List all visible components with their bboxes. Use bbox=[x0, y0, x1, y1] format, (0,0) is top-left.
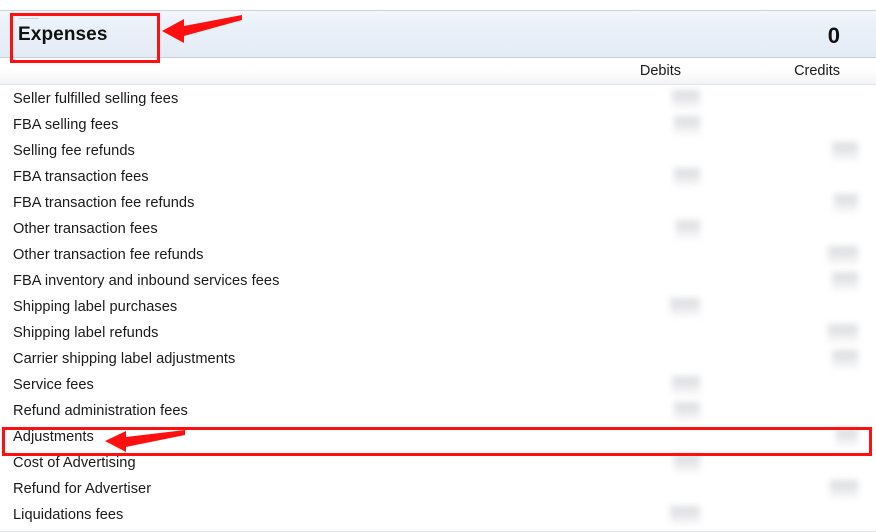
row-label: Service fees bbox=[13, 377, 94, 393]
table-row[interactable]: Seller fulfilled selling fees bbox=[0, 87, 876, 113]
credit-value bbox=[836, 428, 858, 447]
table-row[interactable]: Other transaction fee refunds bbox=[0, 243, 876, 269]
row-label: FBA transaction fee refunds bbox=[13, 195, 195, 211]
debit-value bbox=[674, 402, 700, 421]
page-title: Expenses bbox=[18, 24, 108, 45]
row-label: Shipping label refunds bbox=[13, 325, 159, 341]
row-label: Carrier shipping label adjustments bbox=[13, 351, 236, 367]
debit-value bbox=[674, 168, 700, 187]
row-label: Cost of Advertising bbox=[13, 455, 136, 471]
table-row[interactable]: FBA selling fees bbox=[0, 113, 876, 139]
table-row[interactable]: Other transaction fees bbox=[0, 217, 876, 243]
row-label: FBA transaction fees bbox=[13, 169, 149, 185]
collapse-handle-icon[interactable] bbox=[19, 15, 39, 22]
row-label: Seller fulfilled selling fees bbox=[13, 91, 179, 107]
table-row[interactable]: FBA transaction fees bbox=[0, 165, 876, 191]
row-label: FBA inventory and inbound services fees bbox=[13, 273, 280, 289]
table-row[interactable]: Liquidations fees bbox=[0, 503, 876, 529]
credit-value bbox=[830, 480, 858, 499]
expenses-total-value: 0 bbox=[827, 23, 840, 48]
table-row[interactable]: Service fees bbox=[0, 373, 876, 399]
table-row[interactable]: Refund administration fees bbox=[0, 399, 876, 425]
row-label: Selling fee refunds bbox=[13, 143, 135, 159]
table-row[interactable]: Cost of Advertising bbox=[0, 451, 876, 477]
credit-value bbox=[834, 194, 858, 213]
table-row[interactable]: Carrier shipping label adjustments bbox=[0, 347, 876, 373]
row-label: FBA selling fees bbox=[13, 117, 119, 133]
column-header-credits[interactable]: Credits bbox=[794, 63, 840, 79]
column-header-row: Debits Credits bbox=[0, 59, 876, 85]
table-row[interactable]: Shipping label purchases bbox=[0, 295, 876, 321]
expenses-report-page: Expenses 0 Debits Credits Seller fulfill… bbox=[0, 0, 876, 532]
debit-value bbox=[674, 116, 700, 135]
table-row[interactable]: FBA transaction fee refunds bbox=[0, 191, 876, 217]
credit-value bbox=[828, 246, 858, 265]
credit-value bbox=[832, 142, 858, 161]
debit-value bbox=[672, 376, 700, 395]
table-row[interactable]: FBA inventory and inbound services fees bbox=[0, 269, 876, 295]
row-label: Other transaction fees bbox=[13, 221, 158, 237]
row-label: Refund for Advertiser bbox=[13, 481, 152, 497]
debit-value bbox=[670, 298, 700, 317]
debit-value bbox=[676, 220, 700, 239]
expenses-row-list: Seller fulfilled selling fees FBA selling… bbox=[0, 87, 876, 532]
row-label: Shipping label purchases bbox=[13, 299, 178, 315]
column-header-debits[interactable]: Debits bbox=[640, 63, 681, 79]
table-row[interactable]: Shipping label refunds bbox=[0, 321, 876, 347]
table-row[interactable]: Adjustments bbox=[0, 425, 876, 451]
row-label: Adjustments bbox=[13, 429, 94, 445]
debit-value bbox=[672, 90, 700, 109]
credit-value bbox=[832, 350, 858, 369]
debit-value bbox=[674, 454, 700, 473]
debit-value bbox=[670, 506, 700, 525]
table-row[interactable]: Refund for Advertiser bbox=[0, 477, 876, 503]
credit-value bbox=[828, 324, 858, 343]
row-label: Other transaction fee refunds bbox=[13, 247, 204, 263]
credit-value bbox=[832, 272, 858, 291]
table-row[interactable]: Selling fee refunds bbox=[0, 139, 876, 165]
row-label: Liquidations fees bbox=[13, 507, 124, 523]
expenses-section-header[interactable]: Expenses 0 bbox=[0, 10, 876, 58]
row-label: Refund administration fees bbox=[13, 403, 188, 419]
